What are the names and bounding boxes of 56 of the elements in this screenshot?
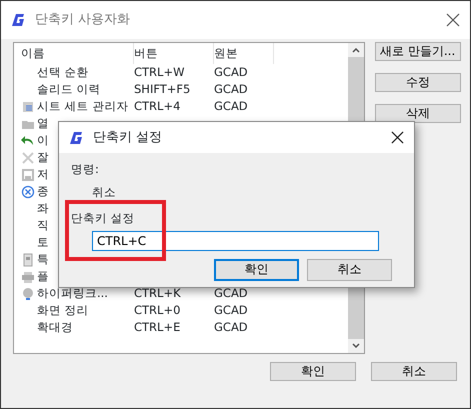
ok-button[interactable]: 확인 xyxy=(270,362,356,381)
close-icon[interactable] xyxy=(391,131,404,144)
shortcut-name[interactable]: 종 xyxy=(37,182,49,200)
app-logo-icon xyxy=(69,130,83,144)
shortcut-name[interactable]: 시트 세트 관리자 xyxy=(37,98,128,116)
cancel-icon xyxy=(21,184,35,198)
floppy-icon xyxy=(21,168,35,182)
shortcut-key: CTRL+K xyxy=(134,286,181,300)
shortcut-name[interactable]: 선택 순환 xyxy=(37,64,89,82)
column-header[interactable]: 이름 xyxy=(14,43,134,64)
shortcut-name[interactable]: 좌 xyxy=(37,200,49,218)
cancel-button[interactable]: 취소 xyxy=(371,362,457,381)
scroll-up-icon[interactable] xyxy=(352,48,360,53)
shortcut-name[interactable]: 특 xyxy=(37,250,49,268)
shortcut-key: CTRL+0 xyxy=(134,302,180,317)
shortcut-name[interactable]: 화면 정리 xyxy=(37,302,89,320)
command-label: 명령: xyxy=(71,162,99,176)
printer-icon xyxy=(21,270,35,284)
shortcut-key: SHIFT+F5 xyxy=(134,82,190,96)
window-title: 단축키 사용자화 xyxy=(35,11,132,30)
undo-icon xyxy=(21,134,35,148)
shortcut-name[interactable]: 토 xyxy=(37,234,49,252)
shortcut-name[interactable]: 솔리드 이력 xyxy=(37,80,101,98)
shortcut-name[interactable]: 잘 xyxy=(37,148,49,166)
shortcut-name[interactable]: 이 xyxy=(37,132,49,150)
shortcut-name[interactable]: 직 xyxy=(37,216,49,234)
list-icon xyxy=(21,100,35,114)
shortcut-label: 단축키 설정 xyxy=(71,210,135,224)
source-text: GCAD xyxy=(214,286,248,300)
shortcut-name[interactable]: 열 xyxy=(37,114,49,132)
shortcut-key: CTRL+W xyxy=(134,64,184,79)
source-text: GCAD xyxy=(214,302,248,317)
document-icon xyxy=(21,252,35,266)
new-button[interactable]: 새로 만들기... xyxy=(375,42,461,61)
delete-button[interactable]: 삭제 xyxy=(375,104,461,123)
command-value: 취소 xyxy=(92,185,116,200)
source-text: GCAD xyxy=(214,320,248,334)
cancel-button[interactable]: 취소 xyxy=(307,258,392,281)
column-header[interactable]: 버튼 xyxy=(134,43,214,64)
edit-button[interactable]: 수정 xyxy=(375,73,461,92)
close-icon[interactable] xyxy=(446,13,460,27)
shortcut-key: CTRL+4 xyxy=(134,98,180,113)
shortcut-input[interactable]: CTRL+C xyxy=(92,230,379,251)
shortcut-name[interactable]: 하이퍼링크... xyxy=(37,284,108,302)
shortcut-name[interactable]: 저 xyxy=(37,166,49,184)
scroll-down-icon[interactable] xyxy=(352,343,360,348)
source-text: GCAD xyxy=(214,98,248,113)
column-header[interactable]: 원본 xyxy=(214,43,274,64)
dialog-title: 단축키 설정 xyxy=(93,128,164,147)
shortcut-name[interactable]: 플 xyxy=(37,268,49,286)
shortcut-name[interactable]: 확대경 xyxy=(37,318,73,336)
shortcut-key: CTRL+E xyxy=(134,320,180,334)
app-logo-icon xyxy=(11,13,25,27)
source-text: GCAD xyxy=(214,82,248,96)
ok-button[interactable]: 확인 xyxy=(214,258,299,281)
source-text: GCAD xyxy=(214,64,248,79)
